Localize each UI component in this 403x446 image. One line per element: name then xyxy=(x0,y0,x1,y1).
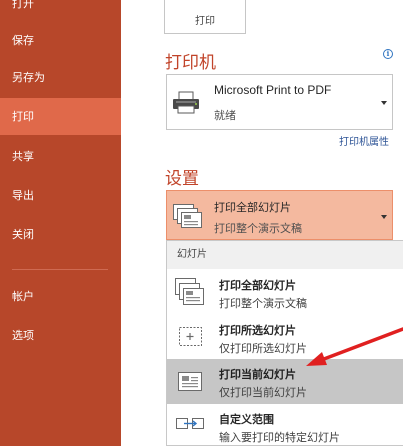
menu-option-title: 打印当前幻灯片 xyxy=(219,368,296,381)
print-range-menu: 幻灯片 打印全部幻灯片 打印整个演示文稿 打印所选幻灯片 仅打印所选幻灯片 打印… xyxy=(166,240,403,446)
nav-item-account[interactable]: 帐户 xyxy=(0,278,121,315)
nav-item-save-as[interactable]: 另存为 xyxy=(0,59,121,96)
menu-option-description: 打印整个演示文稿 xyxy=(219,297,307,310)
custom-range-icon xyxy=(176,418,204,429)
print-range-dropdown[interactable]: 打印全部幻灯片 打印整个演示文稿 xyxy=(166,190,393,240)
nav-divider xyxy=(12,269,108,270)
print-range-title: 打印全部幻灯片 xyxy=(214,201,291,214)
nav-item-print[interactable]: 打印 xyxy=(0,98,121,135)
print-button[interactable]: 打印 xyxy=(164,0,246,34)
menu-option-title: 打印所选幻灯片 xyxy=(219,324,296,337)
menu-option-custom-range[interactable]: 自定义范围 输入要打印的特定幻灯片 xyxy=(167,404,403,446)
selected-slides-icon xyxy=(179,327,202,346)
nav-item-options[interactable]: 选项 xyxy=(0,317,121,354)
nav-item-open[interactable]: 打开 xyxy=(0,0,121,22)
info-icon[interactable]: i xyxy=(383,49,393,59)
chevron-down-icon xyxy=(381,215,387,219)
menu-option-title: 打印全部幻灯片 xyxy=(219,279,296,292)
printer-heading: 打印机 xyxy=(165,53,216,73)
menu-group-header: 幻灯片 xyxy=(167,241,403,269)
menu-option-print-current-slide[interactable]: 打印当前幻灯片 仅打印当前幻灯片 xyxy=(167,359,403,404)
printer-name: Microsoft Print to PDF xyxy=(214,83,332,97)
all-slides-icon xyxy=(175,278,204,305)
settings-heading: 设置 xyxy=(165,169,199,189)
print-range-subtitle: 打印整个演示文稿 xyxy=(214,222,302,235)
menu-option-print-all-slides[interactable]: 打印全部幻灯片 打印整个演示文稿 xyxy=(167,270,403,315)
nav-item-close[interactable]: 关闭 xyxy=(0,216,121,253)
printer-icon xyxy=(173,91,199,114)
menu-option-print-selected-slides[interactable]: 打印所选幻灯片 仅打印所选幻灯片 xyxy=(167,315,403,360)
backstage-sidebar: 打开 保存 另存为 打印 共享 导出 关闭 帐户 选项 xyxy=(0,0,121,446)
menu-option-description: 输入要打印的特定幻灯片 xyxy=(219,431,340,444)
chevron-down-icon xyxy=(381,101,387,105)
menu-option-description: 仅打印当前幻灯片 xyxy=(219,386,307,399)
nav-item-export[interactable]: 导出 xyxy=(0,177,121,214)
printer-dropdown[interactable]: Microsoft Print to PDF 就绪 xyxy=(166,74,393,130)
menu-option-title: 自定义范围 xyxy=(219,413,274,426)
current-slide-icon xyxy=(178,372,202,391)
printer-status: 就绪 xyxy=(214,109,236,122)
all-slides-icon xyxy=(173,204,202,228)
print-button-label: 打印 xyxy=(195,16,215,27)
printer-properties-link[interactable]: 打印机属性 xyxy=(339,133,389,148)
nav-item-save[interactable]: 保存 xyxy=(0,22,121,59)
nav-item-share[interactable]: 共享 xyxy=(0,138,121,175)
menu-option-description: 仅打印所选幻灯片 xyxy=(219,342,307,355)
